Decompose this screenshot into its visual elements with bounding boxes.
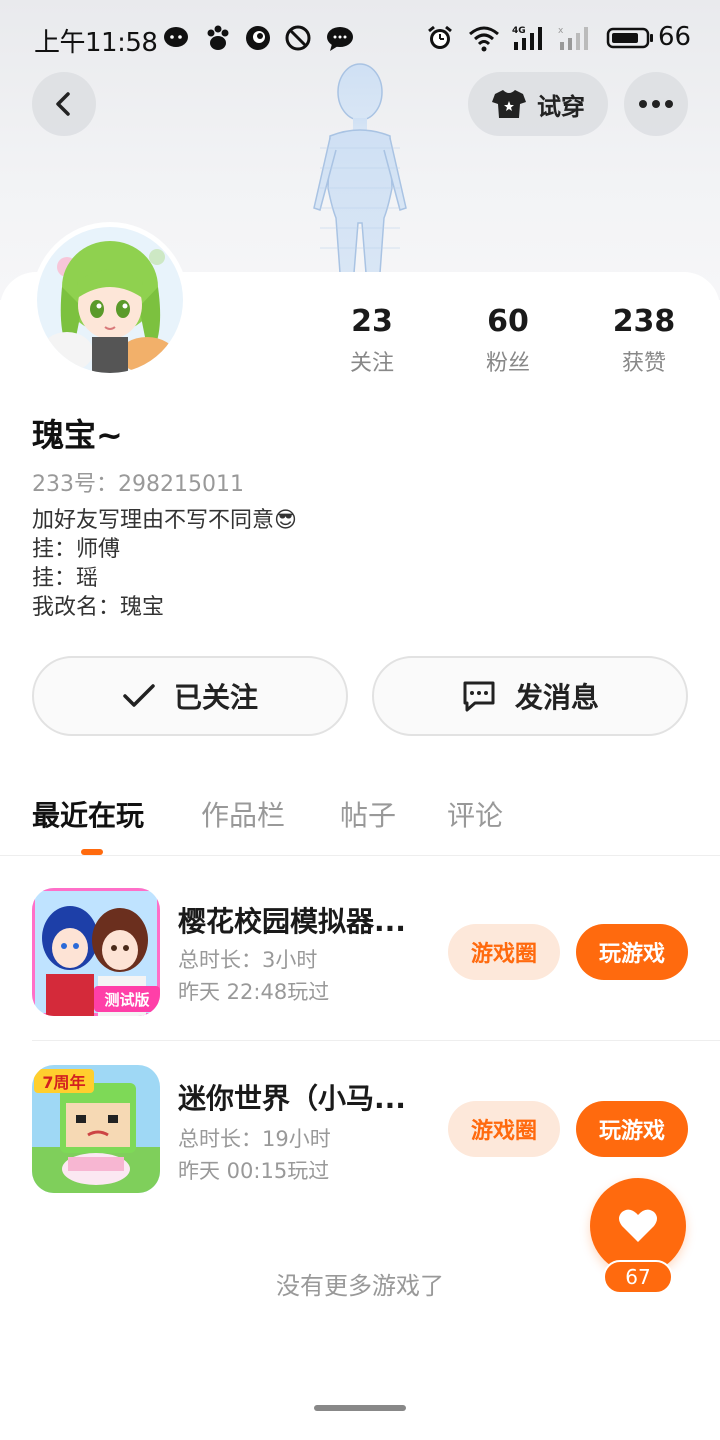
following-count: 23 <box>351 304 393 339</box>
game-circle-button[interactable]: 游戏圈 <box>448 924 560 980</box>
tab-works[interactable]: 作品栏 <box>201 794 285 834</box>
battery-icon <box>606 27 653 49</box>
divider <box>32 1040 720 1041</box>
like-count-badge: 67 <box>603 1260 673 1294</box>
avatar-image <box>37 227 183 373</box>
chat-bubble-face-icon <box>164 27 188 47</box>
status-bar: 上午11:58 4G x 66 <box>0 0 720 76</box>
following-label: 关注 <box>349 351 394 376</box>
stat-likes[interactable]: 238 获赞 <box>584 304 704 377</box>
game-cover: 测试版 <box>32 888 160 1016</box>
stat-fans[interactable]: 60 粉丝 <box>448 304 568 377</box>
chevron-left-icon <box>56 92 70 116</box>
game-list-item[interactable]: 测试版 樱花校园模拟器... 总时长：3小时 昨天 22:48玩过 游戏圈 玩游… <box>0 888 720 1064</box>
chat-icon <box>463 681 495 712</box>
avatar-3d-figure <box>313 63 407 273</box>
swirl-app-icon <box>246 26 270 50</box>
game-duration: 总时长：19小时 <box>178 1127 331 1151</box>
do-not-disturb-icon <box>285 25 311 51</box>
message-icon <box>327 27 353 51</box>
game-circle-button[interactable]: 游戏圈 <box>448 1101 560 1157</box>
baidu-paw-icon <box>207 25 229 50</box>
game-title: 樱花校园模拟器... <box>178 905 406 938</box>
back-button[interactable] <box>32 72 96 136</box>
battery-level: 66 <box>658 22 692 52</box>
send-message-button[interactable]: 发消息 <box>372 656 688 736</box>
followed-label: 已关注 <box>173 681 258 714</box>
profile-tabs: 最近在玩 作品栏 帖子 评论 <box>0 780 720 856</box>
game-icon-badge: 7周年 <box>42 1073 85 1092</box>
likes-label: 获赞 <box>621 351 666 376</box>
signal-4g-icon: 4G <box>512 26 542 50</box>
followed-button[interactable]: 已关注 <box>32 656 348 736</box>
status-time: 上午11:58 <box>34 28 158 58</box>
game-last-played: 昨天 22:48玩过 <box>178 980 330 1004</box>
game-icon-badge: 测试版 <box>104 991 149 1009</box>
home-indicator <box>314 1405 406 1411</box>
svg-text:4G: 4G <box>512 26 526 36</box>
bio-line: 加好友写理由不写不同意😎 <box>32 508 297 533</box>
tab-recently-played[interactable]: 最近在玩 <box>32 794 144 834</box>
shirt-icon <box>492 90 526 118</box>
try-on-label: 试穿 <box>537 92 585 121</box>
game-icon-sakura[interactable]: 测试版 <box>32 888 160 1016</box>
svg-text:x: x <box>558 26 564 36</box>
bio-line: 我改名：瑰宝 <box>32 595 165 620</box>
user-id: 233号：298215011 <box>32 472 244 497</box>
more-dots-icon <box>639 100 673 108</box>
game-cover: 7周年 <box>32 1065 160 1193</box>
play-game-button[interactable]: 玩游戏 <box>576 1101 688 1157</box>
tab-posts[interactable]: 帖子 <box>340 794 396 834</box>
heart-icon <box>619 1209 657 1242</box>
bio: 加好友写理由不写不同意😎 挂：师傅 挂：瑶 我改名：瑰宝 <box>32 506 297 622</box>
tab-active-indicator <box>81 849 103 855</box>
send-message-label: 发消息 <box>514 681 599 714</box>
more-button[interactable] <box>624 72 688 136</box>
game-last-played: 昨天 00:15玩过 <box>178 1159 330 1183</box>
game-duration: 总时长：3小时 <box>178 948 318 972</box>
likes-count: 238 <box>612 304 676 339</box>
checkmark-icon <box>123 684 155 707</box>
play-game-button[interactable]: 玩游戏 <box>576 924 688 980</box>
tab-comments[interactable]: 评论 <box>447 794 503 834</box>
try-on-button[interactable]: 试穿 <box>468 72 608 136</box>
game-title: 迷你世界（小马... <box>178 1082 406 1115</box>
avatar[interactable] <box>32 222 188 378</box>
nickname: 瑰宝~ <box>32 416 123 454</box>
bio-line: 挂：瑶 <box>32 566 99 591</box>
stat-following[interactable]: 23 关注 <box>312 304 432 377</box>
alarm-icon <box>428 25 452 49</box>
wifi-icon <box>469 26 499 52</box>
fans-label: 粉丝 <box>485 351 530 376</box>
bio-line: 挂：师傅 <box>32 537 121 562</box>
signal-2-icon: x <box>558 26 588 50</box>
fans-count: 60 <box>487 304 529 339</box>
game-icon-mini-world[interactable]: 7周年 <box>32 1065 160 1193</box>
